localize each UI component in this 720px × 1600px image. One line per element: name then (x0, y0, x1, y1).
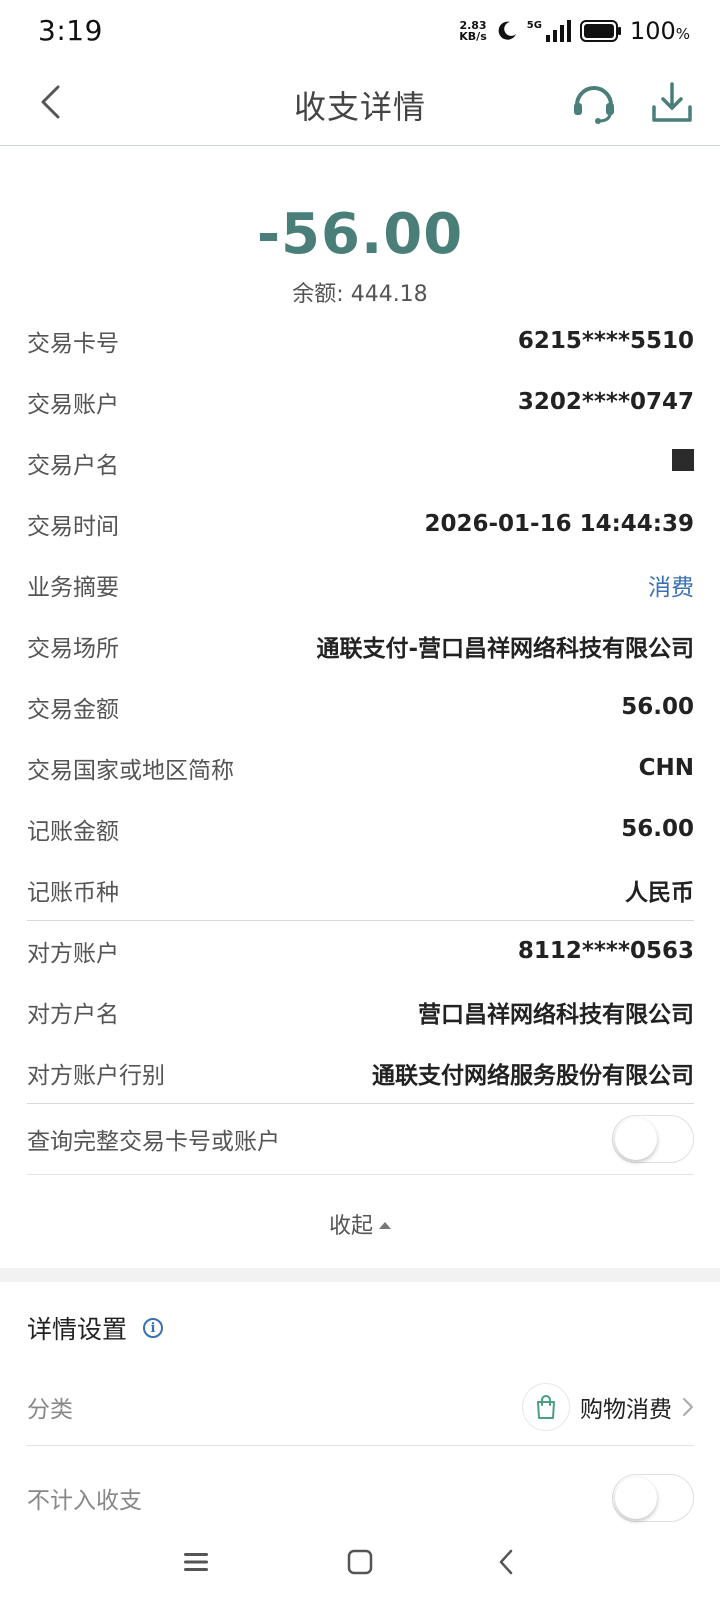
detail-row-country: 交易国家或地区简称 CHN (27, 737, 694, 798)
system-back-button[interactable] (482, 1538, 530, 1586)
balance-text: 余额: 444.18 (292, 282, 428, 307)
detail-label: 对方户名 (27, 1001, 119, 1028)
caret-up-icon (379, 1221, 391, 1229)
detail-label: 交易场所 (27, 635, 119, 662)
detail-row-currency: 记账币种 人民币 (27, 859, 694, 920)
detail-label: 记账币种 (27, 879, 119, 906)
menu-icon (184, 1553, 208, 1571)
category-row[interactable]: 分类 购物消费 (27, 1368, 694, 1446)
settings-title-text: 详情设置 (27, 1315, 128, 1344)
detail-list: 交易卡号 6215****5510 交易账户 3202****0747 交易户名… (27, 310, 694, 1103)
detail-row-place: 交易场所 通联支付-营口昌祥网络科技有限公司 (27, 615, 694, 676)
status-icons: 2.83 KB/s 5G 100% (459, 16, 690, 46)
full-number-label: 查询完整交易卡号或账户 (27, 1129, 280, 1155)
settings-title: 详情设置 i (27, 1310, 164, 1346)
detail-row-summary: 业务摘要 消费 (27, 554, 694, 615)
detail-value: 营口昌祥网络科技有限公司 (418, 1001, 694, 1028)
detail-label: 对方账户行别 (27, 1062, 165, 1089)
chevron-right-icon (683, 1397, 693, 1416)
detail-label: 业务摘要 (27, 574, 119, 601)
detail-value: 人民币 (625, 879, 694, 906)
category-selector[interactable]: 购物消费 (522, 1382, 694, 1431)
network-type: 5G (526, 20, 542, 31)
home-button[interactable] (336, 1538, 384, 1586)
full-number-toggle[interactable] (612, 1115, 694, 1163)
detail-row-counterparty-name: 对方户名 营口昌祥网络科技有限公司 (27, 981, 694, 1042)
detail-row-account: 交易账户 3202****0747 (27, 371, 694, 432)
detail-value: 通联支付网络服务股份有限公司 (372, 1062, 694, 1089)
shopping-bag-icon (522, 1382, 570, 1431)
detail-value: CHN (638, 754, 694, 781)
detail-value: 2026-01-16 14:44:39 (424, 510, 694, 537)
detail-label: 记账金额 (27, 818, 119, 845)
detail-row-counterparty-account: 对方账户 8112****0563 (27, 920, 694, 981)
detail-value: 通联支付-营口昌祥网络科技有限公司 (316, 635, 694, 662)
app-header: 收支详情 (0, 62, 720, 146)
info-icon[interactable]: i (143, 1318, 164, 1338)
detail-label: 交易国家或地区简称 (27, 757, 234, 784)
square-icon (347, 1549, 373, 1575)
redacted-block (672, 448, 694, 471)
signal-group: 5G (527, 20, 572, 42)
customer-service-button[interactable] (568, 76, 620, 128)
detail-value: 8112****0563 (517, 938, 694, 964)
detail-row-time: 交易时间 2026-01-16 14:44:39 (27, 493, 694, 554)
exclude-toggle[interactable] (612, 1474, 694, 1522)
battery-unit: % (675, 25, 690, 43)
download-icon (652, 82, 692, 122)
detail-value: 6215****5510 (517, 327, 694, 354)
toggle-knob (615, 1118, 657, 1160)
detail-label: 交易账户 (27, 391, 119, 418)
detail-value: 56.00 (621, 693, 694, 720)
transaction-detail-page: 3:19 2.83 KB/s 5G 100% 收支详情 -56.00 余额: 4… (0, 0, 720, 1600)
toggle-knob (615, 1477, 657, 1519)
category-value: 购物消费 (580, 1396, 672, 1423)
net-speed: 2.83 KB/s (459, 20, 486, 42)
headset-icon (574, 86, 614, 124)
signal-icon (545, 20, 571, 42)
full-number-row: 查询完整交易卡号或账户 (27, 1103, 694, 1175)
system-nav-bar (0, 1524, 720, 1600)
battery-value: 100 (629, 17, 676, 45)
summary-link[interactable]: 消费 (648, 568, 694, 602)
section-divider (0, 1268, 720, 1282)
detail-row-account-name: 交易户名 (27, 432, 694, 493)
detail-row-counterparty-bank: 对方账户行别 通联支付网络服务股份有限公司 (27, 1042, 694, 1103)
category-label: 分类 (27, 1396, 73, 1423)
detail-value: 56.00 (621, 815, 694, 842)
detail-value: 3202****0747 (517, 388, 694, 415)
recent-apps-button[interactable] (172, 1538, 220, 1586)
battery-level: 100% (630, 17, 690, 45)
detail-label: 交易户名 (27, 452, 119, 479)
battery-icon (579, 20, 621, 42)
detail-row-card-number: 交易卡号 6215****5510 (27, 310, 694, 371)
detail-row-amount: 交易金额 56.00 (27, 676, 694, 737)
transaction-amount: -56.00 (256, 202, 464, 267)
detail-label: 对方账户 (27, 941, 119, 967)
detail-value-redacted (672, 448, 694, 477)
chevron-left-icon (499, 1549, 513, 1575)
net-speed-unit: KB/s (459, 30, 487, 43)
moon-icon (498, 21, 516, 40)
exclude-label: 不计入收支 (27, 1488, 142, 1514)
collapse-button[interactable]: 收起 (0, 1208, 720, 1240)
detail-label: 交易金额 (27, 696, 119, 723)
status-time: 3:19 (38, 14, 103, 47)
detail-label: 交易时间 (27, 513, 119, 540)
download-button[interactable] (646, 76, 698, 128)
collapse-label: 收起 (328, 1214, 373, 1239)
status-bar: 3:19 2.83 KB/s 5G 100% (0, 0, 720, 62)
detail-row-posted-amount: 记账金额 56.00 (27, 798, 694, 859)
detail-label: 交易卡号 (27, 330, 119, 357)
